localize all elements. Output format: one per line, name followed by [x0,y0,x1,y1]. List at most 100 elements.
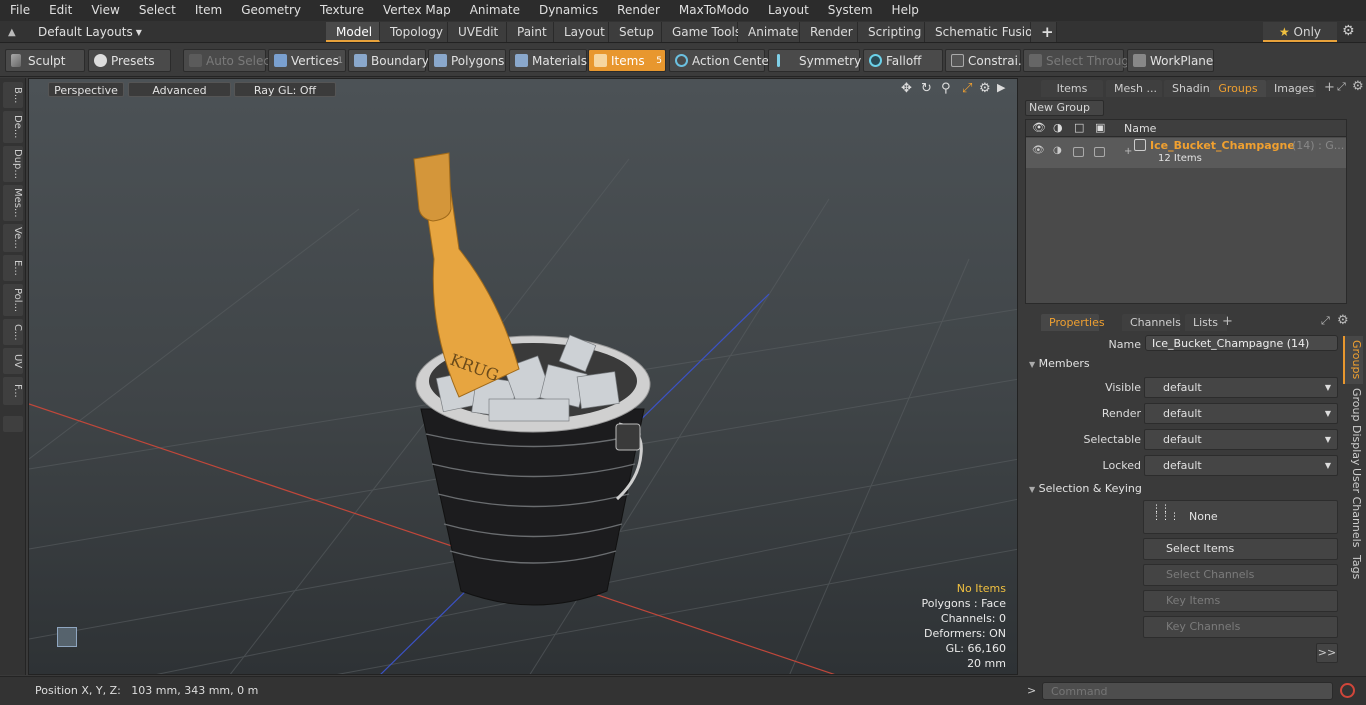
tab-game-tools[interactable]: Game Tools [662,22,741,42]
menu-file[interactable]: File [0,0,39,21]
tab-paint[interactable]: Paint [507,22,554,42]
select-channels-button[interactable]: Select Channels [1143,564,1338,586]
perspective-button[interactable]: Perspective [48,82,124,97]
select-icon[interactable]: ▣ [1095,121,1105,134]
menu-animate[interactable]: Animate [460,0,529,21]
auto-select-button[interactable]: Auto Select [183,49,275,72]
members-section[interactable]: ▼ Members [1029,357,1090,370]
layouts-selector[interactable]: ▲ Default Layouts ▼ [0,21,142,43]
selection-keying-section[interactable]: ▼ Selection & Keying [1029,482,1142,495]
menu-texture[interactable]: Texture [310,0,373,21]
tab-items[interactable]: Items [1041,80,1103,97]
presets-button[interactable]: Presets [88,49,171,72]
visibility-eye-icon[interactable]: 👁 [1032,121,1046,134]
items-button[interactable]: Items 5 [588,49,666,72]
add-panel-tab-icon[interactable]: + [1324,80,1335,95]
maximize-view-icon[interactable]: ⤢ [962,81,972,96]
menu-item[interactable]: Item [185,0,231,21]
rotate-view-icon[interactable]: ↻ [921,81,932,96]
record-icon[interactable] [1340,683,1355,698]
symmetry-button[interactable]: Symmetry [768,49,861,72]
tab-lists[interactable]: Lists [1185,314,1227,331]
menu-layout[interactable]: Layout [758,0,818,21]
workplane-button[interactable]: WorkPlane [1127,49,1214,72]
side-tab-group-display[interactable]: Group Display [1343,388,1363,466]
view-settings-icon[interactable]: ⚙ [979,81,991,96]
prop-expand-icon[interactable]: ⤢ [1321,314,1330,328]
view-expand-icon[interactable]: ▶ [997,81,1005,94]
left-tab-curve[interactable]: C... [3,319,23,345]
menu-vertex-map[interactable]: Vertex Map [373,0,460,21]
tab-model[interactable]: Model [326,22,380,42]
locked-dropdown[interactable]: default ▼ [1144,455,1338,476]
tab-animate[interactable]: Animate [738,22,800,42]
tab-groups[interactable]: Groups [1210,80,1266,97]
tab-properties[interactable]: Properties [1041,314,1105,331]
falloff-button[interactable]: Falloff [863,49,943,72]
polygons-button[interactable]: Polygons [428,49,506,72]
materials-button[interactable]: Materials [509,49,587,72]
tab-images[interactable]: Images [1266,80,1316,97]
menu-view[interactable]: View [81,0,128,21]
only-toggle[interactable]: ★ Only [1263,22,1337,42]
render-icon[interactable]: ◑ [1053,121,1063,134]
lock-icon[interactable]: □ [1074,121,1084,134]
gear-icon[interactable]: ⚙ [1342,23,1355,39]
sculpt-button[interactable]: Sculpt [5,49,85,72]
3d-viewport[interactable]: KRUG Perspective Advanced Ray GL: Off ✥ … [28,78,1018,675]
selectable-dropdown[interactable]: default ▼ [1144,429,1338,450]
left-tab-duplicate[interactable]: Dup... [3,146,23,182]
menu-geometry[interactable]: Geometry [231,0,310,21]
menu-help[interactable]: Help [882,0,928,21]
tab-topology[interactable]: Topology [380,22,448,42]
left-tab-polygon[interactable]: Pol... [3,284,23,316]
advanced-button[interactable]: Advanced [128,82,231,97]
group-row[interactable]: 👁 ◑ + Ice_Bucket_Champagne (14) : G... 1… [1026,138,1346,168]
side-tab-user-channels[interactable]: User Channels [1343,468,1363,548]
raygl-button[interactable]: Ray GL: Off [234,82,336,97]
tab-channels[interactable]: Channels [1122,314,1181,331]
menu-render[interactable]: Render [607,0,669,21]
tab-render[interactable]: Render [800,22,858,42]
left-tab-fusion[interactable]: F... [3,377,23,405]
none-button[interactable]: ⋮⋮ ⋮⋮⋮ None [1143,500,1338,534]
tab-uvedit[interactable]: UVEdit [448,22,507,42]
row-select-box[interactable] [1094,147,1105,157]
menu-edit[interactable]: Edit [39,0,81,21]
action-center-button[interactable]: Action Center [669,49,774,72]
left-tab-extra[interactable] [3,416,23,432]
left-tab-basic[interactable]: B... [3,82,23,108]
visible-dropdown[interactable]: default ▼ [1144,377,1338,398]
boundary-button[interactable]: Boundary [348,49,429,72]
tab-setup[interactable]: Setup [609,22,662,42]
select-items-button[interactable]: Select Items [1143,538,1338,560]
menu-maxtomodo[interactable]: MaxToModo [669,0,758,21]
prop-gear-icon[interactable]: ⚙ [1337,313,1349,328]
panel-gear-icon[interactable]: ⚙ [1352,79,1364,94]
row-render-icon[interactable]: ◑ [1053,145,1062,156]
tab-scripting[interactable]: Scripting [858,22,925,42]
key-items-button[interactable]: Key Items [1143,590,1338,612]
panel-expand-icon[interactable]: ⤢ [1337,80,1346,94]
vertices-button[interactable]: Vertices 1 [268,49,346,72]
tab-layout[interactable]: Layout [554,22,609,42]
left-tab-edge[interactable]: E... [3,255,23,281]
add-prop-tab-icon[interactable]: + [1222,314,1233,329]
move-view-icon[interactable]: ✥ [901,81,912,96]
left-tab-mesh[interactable]: Mes... [3,185,23,221]
left-tab-deform[interactable]: De... [3,111,23,143]
render-dropdown[interactable]: default ▼ [1144,403,1338,424]
menu-system[interactable]: System [818,0,882,21]
side-tab-groups[interactable]: Groups [1343,336,1363,384]
zoom-view-icon[interactable]: ⚲ [941,81,951,96]
add-tab-icon[interactable]: + [1031,22,1057,42]
name-field[interactable] [1145,335,1338,351]
command-input[interactable] [1042,682,1333,700]
new-group-button[interactable]: New Group [1025,100,1104,116]
expand-plus-icon[interactable]: + [1124,146,1132,157]
constraints-button[interactable]: Constrai... [945,49,1029,72]
select-through-button[interactable]: Select Through [1023,49,1137,72]
row-eye-icon[interactable]: 👁 [1032,145,1045,156]
tab-schematic-fusion[interactable]: Schematic Fusion [925,22,1040,42]
row-lock-box[interactable] [1073,147,1084,157]
